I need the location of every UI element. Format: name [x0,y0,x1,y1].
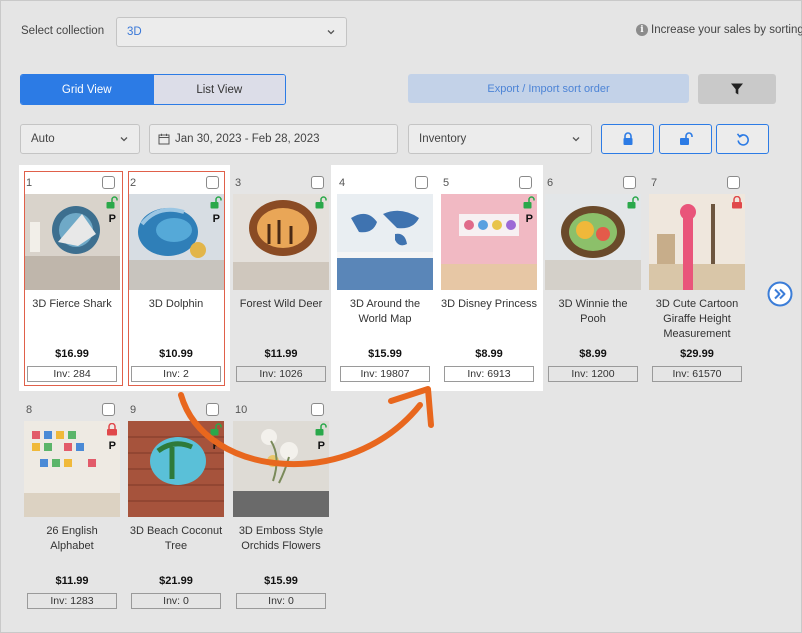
next-page-icon[interactable] [767,281,793,307]
drag-arrow-annotation [178,386,434,468]
